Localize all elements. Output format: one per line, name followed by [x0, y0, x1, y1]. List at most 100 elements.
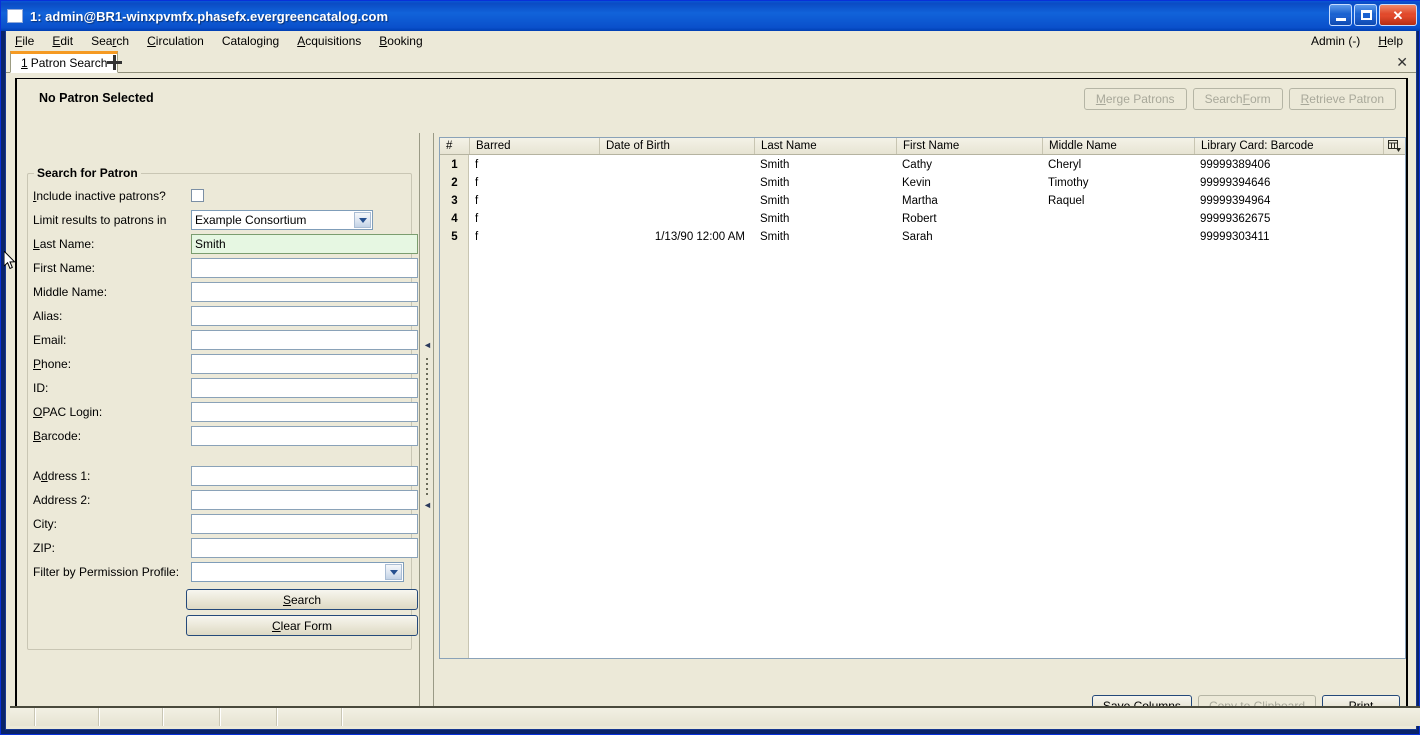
tab-label: Patron Search: [30, 56, 108, 70]
permission-profile-select[interactable]: [191, 562, 404, 582]
column-header-barcode[interactable]: Library Card: Barcode: [1194, 138, 1382, 154]
menu-file[interactable]: File: [6, 32, 43, 50]
window-controls: ✕: [1329, 4, 1417, 26]
clear-form-button[interactable]: Clear Form: [186, 615, 418, 636]
column-header-dob[interactable]: Date of Birth: [599, 138, 754, 154]
menu-search[interactable]: Search: [82, 32, 138, 50]
email-label: Email:: [33, 333, 67, 347]
patron-results-grid[interactable]: # Barred Date of Birth Last Name First N…: [439, 137, 1406, 659]
tab-number: 1: [21, 56, 28, 70]
table-row[interactable]: 4 f Smith Robert 99999362675: [440, 210, 1405, 228]
cell-last: Smith: [760, 213, 790, 225]
chevron-down-icon: [385, 564, 402, 580]
phone-label: Phone:: [33, 357, 72, 371]
cell-last: Smith: [760, 159, 790, 171]
id-input[interactable]: [191, 378, 418, 398]
limit-results-label: Limit results to patrons in: [33, 213, 167, 227]
table-row[interactable]: 1 f Smith Cathy Cheryl 99999389406: [440, 156, 1405, 174]
maximize-button[interactable]: [1354, 4, 1377, 26]
column-header-first-name[interactable]: First Name: [896, 138, 1042, 154]
limit-results-select[interactable]: Example Consortium: [191, 210, 373, 230]
cell-middle: Timothy: [1048, 177, 1089, 189]
menu-admin[interactable]: Admin (-): [1302, 32, 1369, 50]
splitter-collapse-down-icon[interactable]: ◄: [423, 501, 432, 510]
table-row[interactable]: 2 f Smith Kevin Timothy 99999394646: [440, 174, 1405, 192]
menu-bar-right: Admin (-) Help: [1302, 31, 1412, 51]
menu-acquisitions[interactable]: Acquisitions: [288, 32, 370, 50]
barcode-input[interactable]: [191, 426, 418, 446]
cell-num: 5: [451, 231, 458, 243]
last-name-label: Last Name:: [33, 237, 95, 251]
field-row-include-inactive: Include inactive patrons?: [33, 186, 408, 208]
status-cell: [164, 708, 221, 726]
column-header-barred[interactable]: Barred: [469, 138, 599, 154]
search-for-patron-groupbox: Search for Patron Include inactive patro…: [27, 166, 418, 650]
address1-label: Address 1:: [33, 469, 91, 483]
field-row-email: Email:: [33, 330, 418, 352]
field-row-alias: Alias:: [33, 306, 418, 328]
client-area: File Edit Search Circulation Cataloging …: [5, 31, 1420, 730]
include-inactive-checkbox[interactable]: [191, 189, 204, 202]
tab-patron-search[interactable]: 1 Patron Search: [10, 51, 119, 73]
table-row[interactable]: 3 f Smith Martha Raquel 99999394964: [440, 192, 1405, 210]
first-name-input[interactable]: [191, 258, 418, 278]
splitter-grip[interactable]: [426, 358, 428, 498]
cell-barcode: 99999394964: [1200, 195, 1271, 207]
cell-first: Martha: [902, 195, 938, 207]
search-form-button[interactable]: Search Form: [1192, 88, 1283, 110]
status-cell: [278, 708, 343, 726]
field-row-city: City:: [33, 514, 418, 536]
cell-middle: [1042, 228, 1194, 246]
column-header-last-name[interactable]: Last Name: [754, 138, 896, 154]
cell-last: Smith: [760, 231, 790, 243]
menu-cataloging[interactable]: Cataloging: [213, 32, 288, 50]
search-panel: Search for Patron Include inactive patro…: [17, 133, 420, 724]
opac-login-label: OPAC Login:: [33, 405, 103, 419]
cell-last: Smith: [760, 195, 790, 207]
alias-input[interactable]: [191, 306, 418, 326]
status-cell: [36, 708, 100, 726]
close-tab-icon[interactable]: ✕: [1396, 53, 1408, 71]
menu-edit[interactable]: Edit: [43, 32, 82, 50]
column-header-num[interactable]: #: [440, 138, 469, 154]
city-input[interactable]: [191, 514, 418, 534]
retrieve-patron-button[interactable]: Retrieve Patron: [1288, 88, 1396, 110]
phone-input[interactable]: [191, 354, 418, 374]
zip-input[interactable]: [191, 538, 418, 558]
first-name-label: First Name:: [33, 261, 96, 275]
search-button[interactable]: Search: [186, 589, 418, 610]
table-row[interactable]: 5 f 1/13/90 12:00 AM Smith Sarah 99999303411: [440, 228, 1405, 246]
application-window: 1: admin@BR1-winxpvmfx.phasefx.evergreen…: [0, 0, 1420, 735]
panel-splitter[interactable]: ◄ ◄: [420, 133, 434, 724]
opac-login-input[interactable]: [191, 402, 418, 422]
new-tab-icon[interactable]: [106, 54, 122, 70]
chevron-down-icon: [354, 212, 371, 228]
minimize-button[interactable]: [1329, 4, 1352, 26]
cell-first: Kevin: [902, 177, 931, 189]
field-row-permission-profile: Filter by Permission Profile:: [33, 562, 408, 584]
menu-circulation[interactable]: Circulation: [138, 32, 213, 50]
menu-help[interactable]: Help: [1369, 32, 1412, 50]
address2-input[interactable]: [191, 490, 418, 510]
window-title: 1: admin@BR1-winxpvmfx.phasefx.evergreen…: [30, 8, 389, 24]
close-button[interactable]: ✕: [1379, 4, 1417, 26]
email-input[interactable]: [191, 330, 418, 350]
column-picker-icon[interactable]: [1383, 138, 1405, 154]
address1-input[interactable]: [191, 466, 418, 486]
field-row-first-name: First Name:: [33, 258, 418, 280]
cell-barcode: 99999394646: [1200, 177, 1271, 189]
menu-booking[interactable]: Booking: [370, 32, 431, 50]
cell-num: 1: [451, 159, 458, 171]
address2-label: Address 2:: [33, 493, 91, 507]
status-cell: [10, 708, 36, 726]
column-header-middle-name[interactable]: Middle Name: [1042, 138, 1194, 154]
status-cell: [343, 708, 1420, 726]
cell-dob: 1/13/90 12:00 AM: [654, 231, 745, 243]
splitter-collapse-up-icon[interactable]: ◄: [423, 341, 432, 350]
status-cell: [100, 708, 164, 726]
field-row-last-name: Last Name:: [33, 234, 418, 256]
merge-patrons-button[interactable]: Merge Patrons: [1083, 88, 1187, 110]
grid-header-row: # Barred Date of Birth Last Name First N…: [440, 138, 1405, 155]
last-name-input[interactable]: [191, 234, 418, 254]
middle-name-input[interactable]: [191, 282, 418, 302]
